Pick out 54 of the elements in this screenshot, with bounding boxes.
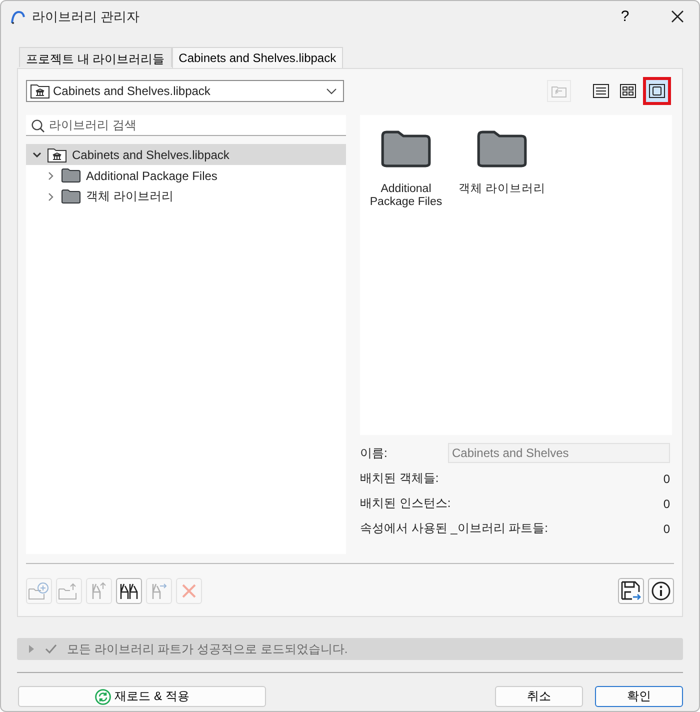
package-icon: [30, 83, 50, 99]
grid-view-icon: [620, 84, 636, 98]
name-field: Cabinets and Shelves: [448, 443, 670, 463]
stat-label: 배치된 객체들:: [360, 470, 439, 487]
folder-icon: [380, 129, 432, 169]
chairs-icon: [118, 581, 140, 601]
chevron-down-icon[interactable]: [32, 150, 42, 160]
view-button[interactable]: [643, 77, 671, 105]
name-label: 이름:: [360, 444, 388, 462]
tab[interactable]: 프로젝트 내 라이브러리들: [19, 47, 172, 67]
tree-label: Additional Package Files: [86, 168, 218, 182]
info-icon: [651, 581, 671, 601]
cancel-button[interactable]: 취소: [495, 686, 583, 707]
help-button[interactable]: ?: [603, 1, 647, 32]
package-icon: [47, 146, 67, 162]
chevron-right-icon[interactable]: [46, 170, 56, 180]
app-logo-icon: [10, 8, 26, 24]
tree-row[interactable]: Additional Package Files: [26, 165, 346, 186]
close-icon: [670, 10, 684, 23]
large-icon-view-icon: [649, 84, 665, 98]
chevron-down-icon: [326, 88, 337, 94]
tree-label: Cabinets and Shelves.libpack: [72, 148, 230, 162]
tree-row[interactable]: Cabinets and Shelves.libpack: [26, 144, 346, 165]
folder-label[interactable]: 객체 라이브러리: [458, 183, 546, 196]
dropdown-value: Cabinets and Shelves.libpack: [53, 84, 212, 98]
tool-button[interactable]: [116, 578, 142, 604]
folder-add-icon: [28, 581, 50, 601]
folder-icon: [476, 129, 528, 169]
save-icon: [620, 580, 642, 602]
library-dropdown[interactable]: Cabinets and Shelves.libpack: [26, 80, 344, 102]
tool-button[interactable]: [618, 578, 644, 604]
tree-row[interactable]: 객체 라이브러리: [26, 186, 346, 207]
stat-label: 속성에서 사용된 _이브러리 파트들:: [360, 520, 548, 537]
reload-button[interactable]: 재로드 & 적용: [18, 686, 266, 707]
delete-icon: [181, 583, 197, 599]
tab[interactable]: Cabinets and Shelves.libpack: [172, 47, 344, 68]
status-text: 모든 라이브러리 파트가 성공적으로 로드되었습니다.: [67, 640, 348, 658]
ok-button[interactable]: 확인: [595, 686, 683, 707]
tool-button[interactable]: [648, 578, 674, 604]
list-view-icon: [593, 84, 609, 98]
search-field[interactable]: 라이브러리 검색: [26, 115, 346, 136]
check-icon: [45, 644, 57, 654]
window-title: 라이브러리 관리자: [32, 8, 141, 26]
folder-icon: [61, 189, 81, 204]
tree-label: 객체 라이브러리: [86, 188, 174, 205]
chevron-right-icon[interactable]: [46, 192, 56, 202]
stat-value: 0: [663, 522, 670, 536]
refresh-icon: [94, 688, 111, 704]
up-folder-icon: [551, 84, 567, 98]
stat-value: 0: [663, 496, 670, 510]
stat-value: 0: [663, 472, 670, 486]
folder-icon: [61, 168, 81, 183]
folder-label[interactable]: Additional Package Files: [364, 183, 448, 209]
stat-label: 배치된 인스턴스:: [360, 495, 451, 512]
